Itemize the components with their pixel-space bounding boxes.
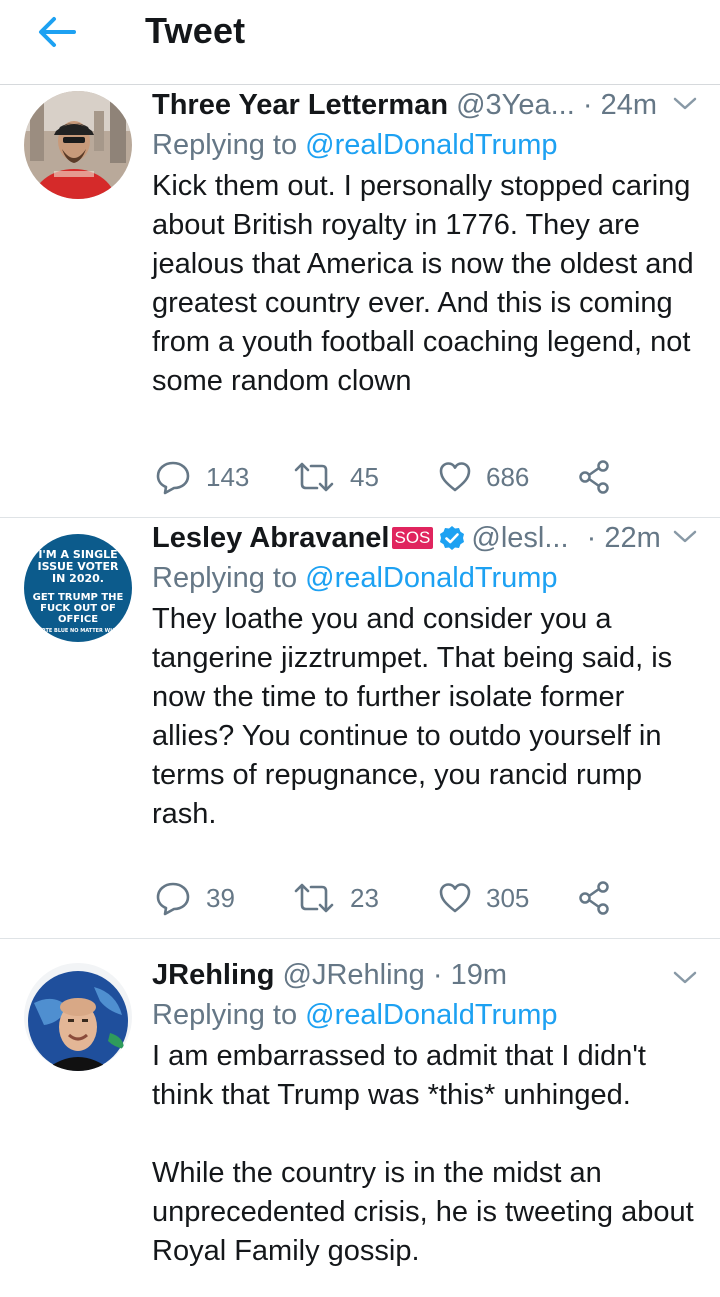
retweet-count: 23: [350, 882, 379, 913]
like-count: 305: [486, 882, 530, 913]
chevron-down-icon: [673, 971, 697, 984]
mention-link[interactable]: @realDonaldTrump: [305, 999, 557, 1031]
avatar-text: VOTE BLUE NO MATTER WHO: [37, 628, 118, 634]
tweet-time[interactable]: 24m: [601, 89, 657, 121]
user-name[interactable]: Lesley Abravanel: [152, 522, 390, 554]
user-name[interactable]: JRehling: [152, 959, 274, 991]
like-button[interactable]: 686: [438, 455, 529, 499]
chevron-down-icon: [673, 97, 697, 110]
top-bar: Tweet: [0, 0, 720, 85]
share-icon: [579, 460, 609, 494]
more-options-button[interactable]: [670, 524, 700, 548]
avatar-text: OFFICE: [58, 614, 98, 625]
tweet-header: Lesley Abravanel SOS @lesl... · 22m: [152, 518, 672, 558]
user-handle[interactable]: @JRehling: [283, 959, 425, 991]
share-button[interactable]: [578, 876, 612, 920]
sos-badge: SOS: [391, 527, 434, 549]
tweet-time[interactable]: 22m: [604, 522, 660, 554]
tweet-text: Kick them out. I personally stopped cari…: [152, 170, 702, 397]
separator-dot: ·: [432, 959, 443, 991]
replying-to: Replying to @realDonaldTrump: [152, 125, 558, 165]
tweet-actions: 143 45 686: [152, 455, 672, 499]
user-handle[interactable]: @lesl...: [471, 522, 568, 554]
avatar-text: GET TRUMP THE: [33, 592, 124, 603]
avatar[interactable]: [24, 91, 132, 199]
retweet-icon: [294, 883, 334, 913]
replying-to-label: Replying to: [152, 999, 298, 1031]
share-icon: [579, 881, 609, 915]
reply-button[interactable]: 143: [154, 455, 249, 499]
tweet-header: JRehling @JRehling · 19m: [152, 955, 672, 995]
tweet-text: I am embarrassed to admit that I didn't …: [152, 1040, 694, 1267]
replying-to-label: Replying to: [152, 129, 298, 161]
more-options-button[interactable]: [670, 965, 700, 989]
tweet-time[interactable]: 19m: [451, 959, 507, 991]
retweet-button[interactable]: 23: [292, 876, 379, 920]
avatar-text: FUCK OUT OF: [40, 603, 116, 614]
separator-dot: ·: [582, 89, 593, 121]
retweet-button[interactable]: 45: [292, 455, 379, 499]
replying-to: Replying to @realDonaldTrump: [152, 995, 558, 1035]
reply-tweet[interactable]: I'M A SINGLE ISSUE VOTER IN 2020. GET TR…: [0, 518, 720, 939]
reply-button[interactable]: 39: [154, 876, 235, 920]
more-options-button[interactable]: [670, 91, 700, 115]
back-button[interactable]: [34, 12, 78, 52]
page-title: Tweet: [145, 10, 246, 51]
verified-badge-icon: [440, 526, 465, 550]
tweet-header: Three Year Letterman @3Yea... · 24m: [152, 85, 672, 125]
replying-to: Replying to @realDonaldTrump: [152, 558, 558, 598]
reply-tweet[interactable]: JRehling @JRehling · 19m Replying to @re…: [0, 955, 720, 1297]
like-button[interactable]: 305: [438, 876, 529, 920]
user-name[interactable]: Three Year Letterman: [152, 89, 448, 121]
chevron-down-icon: [673, 530, 697, 543]
replying-to-label: Replying to: [152, 562, 298, 594]
arrow-left-icon: [39, 17, 76, 47]
heart-icon: [439, 883, 471, 913]
avatar-image: [24, 91, 132, 199]
tweet-actions: 39 23 305: [152, 876, 672, 920]
separator-dot: ·: [586, 522, 597, 554]
reply-icon: [156, 882, 190, 916]
share-button[interactable]: [578, 455, 612, 499]
retweet-count: 45: [350, 461, 379, 492]
avatar-image: I'M A SINGLE ISSUE VOTER IN 2020. GET TR…: [24, 534, 132, 642]
like-count: 686: [486, 461, 530, 492]
tweet-text: They loathe you and consider you a tange…: [152, 603, 681, 830]
avatar[interactable]: [24, 963, 132, 1071]
heart-icon: [439, 462, 471, 492]
reply-count: 39: [206, 882, 235, 913]
retweet-icon: [294, 462, 334, 492]
avatar-image: [24, 963, 132, 1071]
mention-link[interactable]: @realDonaldTrump: [305, 562, 557, 594]
avatar-text: IN 2020.: [52, 572, 104, 585]
reply-icon: [156, 461, 190, 495]
avatar[interactable]: I'M A SINGLE ISSUE VOTER IN 2020. GET TR…: [24, 534, 132, 642]
user-handle[interactable]: @3Yea...: [456, 89, 575, 121]
reply-count: 143: [206, 461, 250, 492]
mention-link[interactable]: @realDonaldTrump: [305, 129, 557, 161]
reply-tweet[interactable]: Three Year Letterman @3Yea... · 24m Repl…: [0, 85, 720, 518]
